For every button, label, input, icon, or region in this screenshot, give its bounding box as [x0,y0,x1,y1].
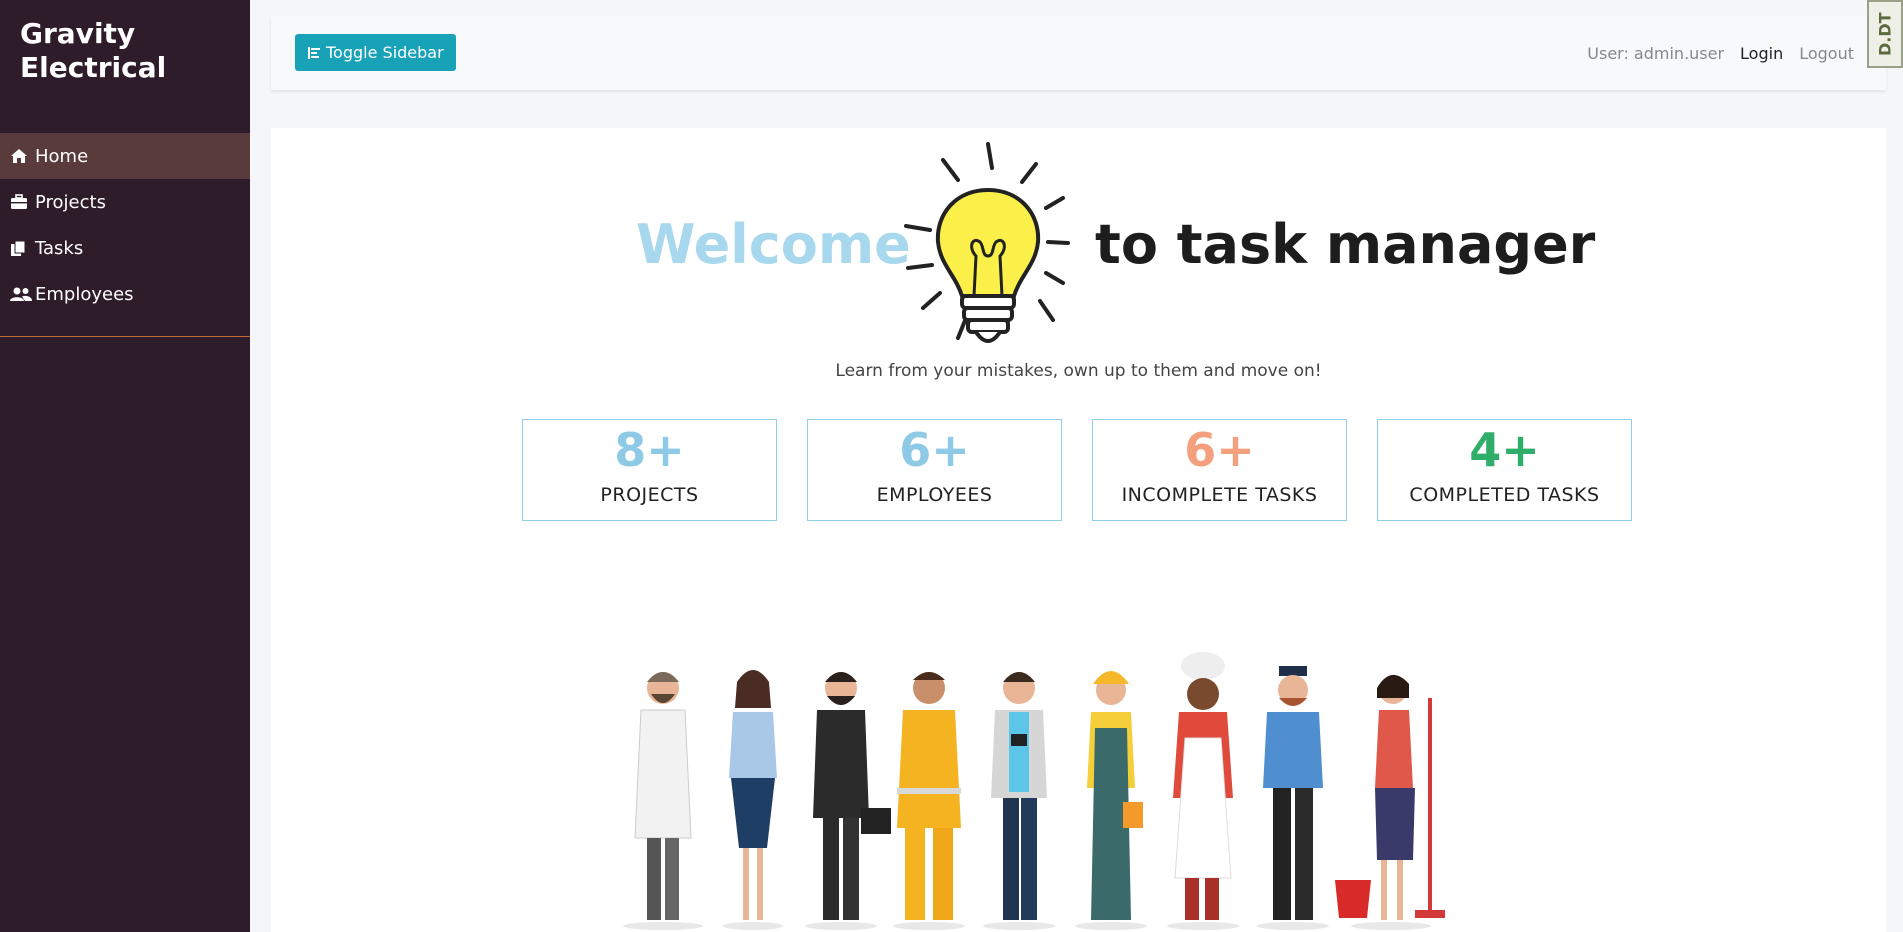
worker-cleaner [1335,674,1445,930]
user-menu: User: admin.user Login Logout [1587,16,1854,90]
sidebar: Gravity Electrical Home Projects Tasks E… [0,0,250,932]
toggle-sidebar-button[interactable]: Toggle Sidebar [295,34,456,71]
brand-title: Gravity Electrical [20,17,167,84]
worker-photographer [983,672,1055,930]
top-navbar: Toggle Sidebar User: admin.user Login Lo… [271,16,1886,90]
sidebar-item-projects[interactable]: Projects [0,179,250,225]
stat-card-projects: 8+ PROJECTS [522,419,777,521]
worker-painter [1075,671,1147,930]
tagline: Learn from your mistakes, own up to them… [835,361,1322,381]
sidebar-item-home[interactable]: Home [0,133,250,179]
worker-doctor [623,672,703,930]
page-title: to task manager [1095,213,1596,276]
worker-businessman [805,672,891,930]
hero-section: Welcome to task manager [271,128,1886,358]
extension-badge[interactable]: D.DT [1867,0,1903,68]
sidebar-item-label: Employees [35,283,134,305]
briefcase-icon [10,193,32,211]
stat-value: 6+ [899,423,970,477]
main-content: Welcome to task manager Learn from your … [271,128,1886,932]
worker-firefighter [893,672,965,930]
toggle-sidebar-label: Toggle Sidebar [326,43,444,62]
sidebar-item-label: Projects [35,191,106,213]
sidebar-item-label: Home [35,145,89,167]
stat-label: COMPLETED TASKS [1409,484,1600,506]
users-icon [10,285,32,303]
login-link[interactable]: Login [1740,44,1783,63]
sidebar-divider [0,336,250,337]
home-icon [10,147,32,165]
stat-card-completed-tasks: 4+ COMPLETED TASKS [1377,419,1632,521]
welcome-heading: Welcome [636,213,911,276]
worker-flight-attendant [723,670,783,930]
align-left-icon [307,46,321,60]
stat-label: INCOMPLETE TASKS [1121,484,1318,506]
sidebar-item-employees[interactable]: Employees [0,271,250,317]
stat-value: 8+ [614,423,685,477]
files-icon [10,239,32,257]
sidebar-item-label: Tasks [35,237,84,259]
worker-police-officer [1257,666,1329,930]
stat-card-incomplete-tasks: 6+ INCOMPLETE TASKS [1092,419,1347,521]
lightbulb-illustration [904,142,1070,343]
worker-chef [1167,652,1239,930]
current-user-text: User: admin.user [1587,43,1725,63]
workers-illustration [623,652,1445,930]
sidebar-item-tasks[interactable]: Tasks [0,225,250,271]
stat-label: PROJECTS [600,484,699,506]
stat-label: EMPLOYEES [876,484,993,506]
stat-card-employees: 6+ EMPLOYEES [807,419,1062,521]
logout-link[interactable]: Logout [1799,44,1854,63]
stat-value: 4+ [1469,423,1540,477]
stat-value: 6+ [1184,423,1255,477]
stats-row: 8+ PROJECTS 6+ EMPLOYEES 6+ INCOMPLETE T… [522,419,1632,521]
